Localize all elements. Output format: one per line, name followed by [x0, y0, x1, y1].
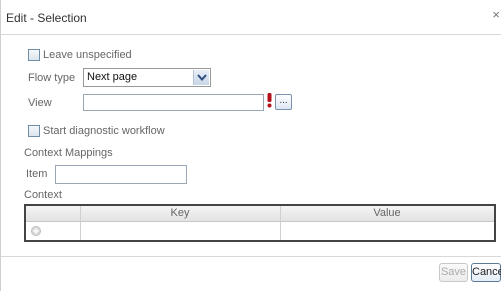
flow-type-selected-value: Next page	[87, 71, 138, 83]
column-divider	[280, 206, 281, 240]
save-button[interactable]: Save	[439, 263, 468, 282]
leave-unspecified-checkbox[interactable]	[28, 49, 40, 61]
column-header-key[interactable]: Key	[80, 207, 280, 219]
dialog-title: Edit - Selection	[6, 11, 87, 25]
column-header-value[interactable]: Value	[280, 207, 494, 219]
view-browse-button[interactable]: ...	[275, 94, 292, 110]
column-divider	[80, 206, 81, 240]
add-row-icon[interactable]	[31, 226, 41, 239]
start-diagnostic-label: Start diagnostic workflow	[43, 125, 165, 137]
chevron-down-icon[interactable]	[193, 70, 209, 85]
required-marker-icon	[267, 93, 272, 108]
edit-selection-dialog: Edit - Selection × Leave unspecified Flo…	[0, 0, 501, 291]
start-diagnostic-checkbox[interactable]	[28, 125, 40, 137]
close-icon[interactable]: ×	[492, 8, 500, 21]
leave-unspecified-row: Leave unspecified	[28, 49, 132, 61]
start-diagnostic-row: Start diagnostic workflow	[28, 125, 165, 137]
flow-type-select[interactable]: Next page	[83, 68, 211, 87]
context-table-header: Key Value	[26, 206, 494, 222]
view-input[interactable]	[83, 94, 264, 111]
view-label: View	[28, 97, 52, 109]
dialog-footer	[1, 256, 501, 292]
leave-unspecified-label: Leave unspecified	[43, 49, 132, 61]
context-mappings-heading: Context Mappings	[24, 147, 113, 159]
cancel-button[interactable]: Cancel	[471, 263, 501, 282]
context-heading: Context	[24, 189, 62, 201]
item-input[interactable]	[55, 165, 187, 184]
item-label: Item	[26, 168, 48, 180]
flow-type-label: Flow type	[28, 72, 76, 84]
context-table: Key Value	[24, 204, 496, 242]
dialog-titlebar: Edit - Selection ×	[1, 0, 501, 35]
